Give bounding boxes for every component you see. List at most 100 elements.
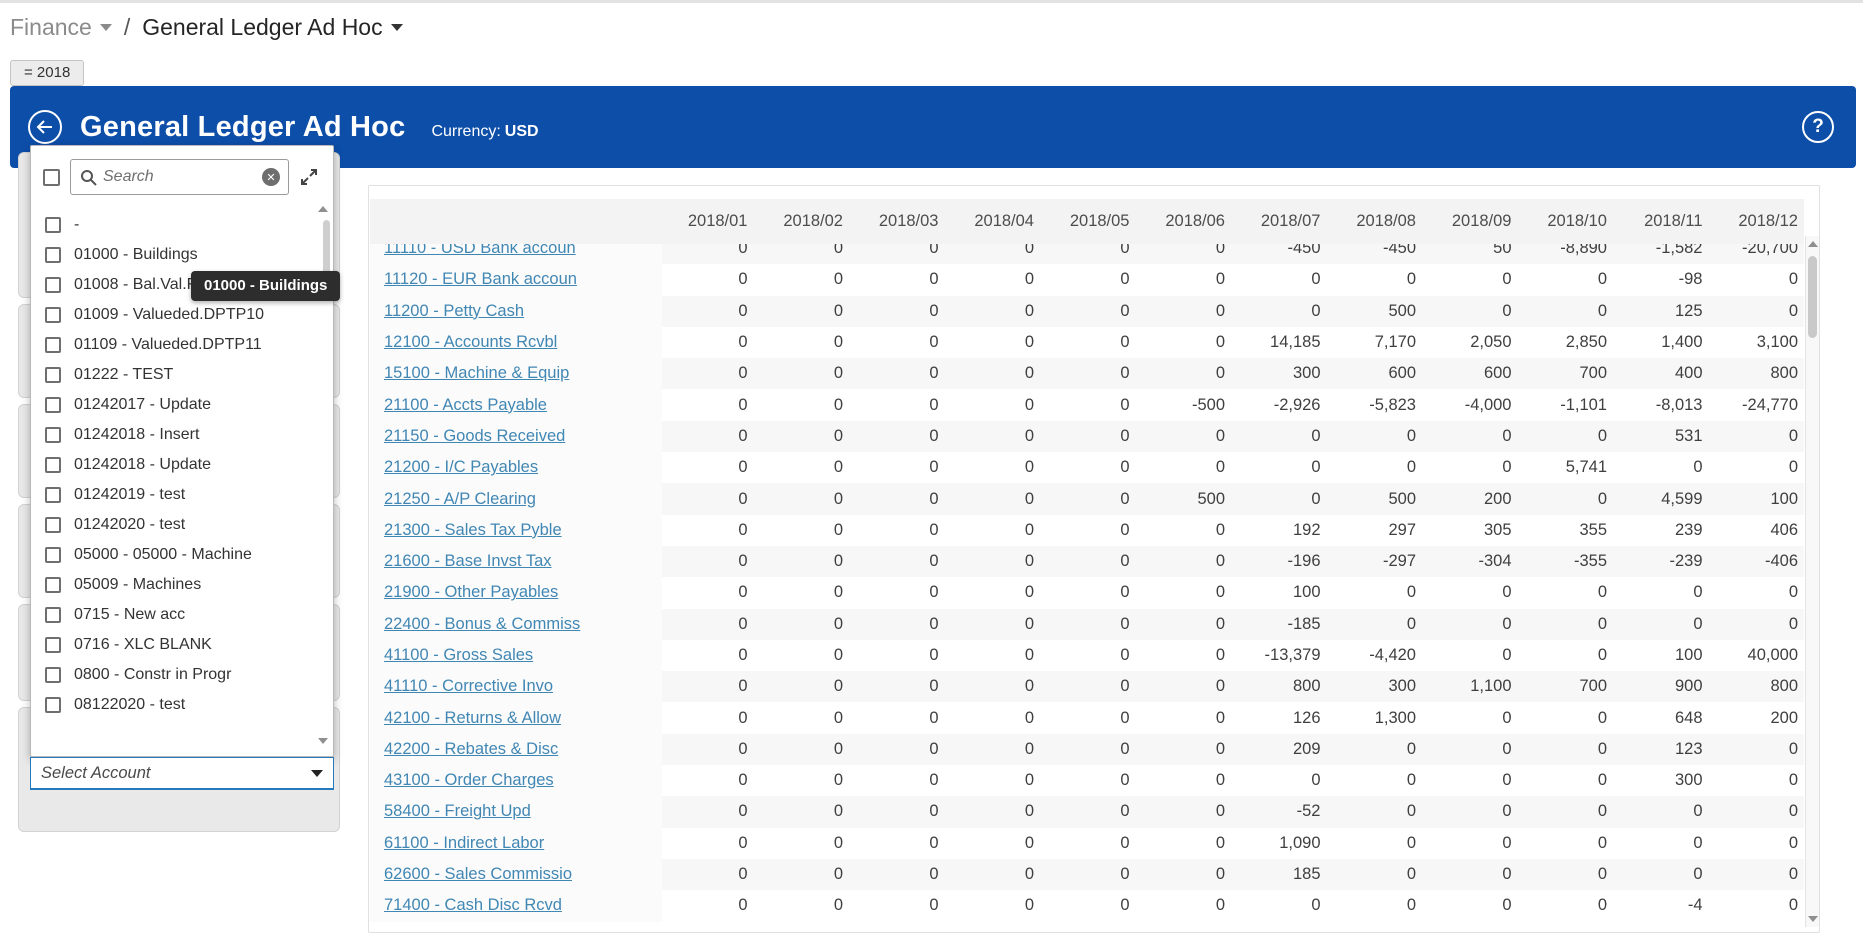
cell-value[interactable]: 0 — [1044, 802, 1140, 821]
cell-value[interactable]: 5,741 — [1522, 458, 1618, 477]
cell-value[interactable]: -98 — [1617, 270, 1713, 289]
cell-value[interactable]: 0 — [949, 709, 1045, 728]
cell-value[interactable]: 0 — [1426, 865, 1522, 884]
cell-value[interactable]: 0 — [1426, 458, 1522, 477]
cell-value[interactable]: 126 — [1235, 709, 1331, 728]
cell-value[interactable]: 0 — [1426, 771, 1522, 790]
account-link[interactable]: 21900 - Other Payables — [384, 583, 558, 602]
cell-value[interactable]: 0 — [1522, 583, 1618, 602]
cell-value[interactable]: 0 — [1522, 709, 1618, 728]
cell-value[interactable]: 0 — [1331, 458, 1427, 477]
cell-value[interactable]: 0 — [853, 709, 949, 728]
cell-value[interactable]: 0 — [1426, 302, 1522, 321]
cell-value[interactable]: -185 — [1235, 615, 1331, 634]
column-header[interactable]: 2018/02 — [758, 212, 854, 231]
cell-value[interactable]: 0 — [949, 270, 1045, 289]
cell-value[interactable]: 0 — [1713, 802, 1805, 821]
account-link[interactable]: 21200 - I/C Payables — [384, 458, 538, 477]
cell-value[interactable]: 0 — [1044, 490, 1140, 509]
scroll-down-icon[interactable] — [1808, 916, 1818, 922]
expand-icon[interactable] — [299, 167, 319, 187]
cell-value[interactable]: 0 — [1235, 896, 1331, 915]
member-checkbox[interactable] — [45, 637, 61, 653]
member-checkbox[interactable] — [45, 607, 61, 623]
cell-value[interactable]: 4,599 — [1617, 490, 1713, 509]
cell-value[interactable]: 0 — [1713, 896, 1805, 915]
cell-value[interactable]: 0 — [949, 396, 1045, 415]
cell-value[interactable]: -8,890 — [1522, 244, 1618, 258]
account-link[interactable]: 43100 - Order Charges — [384, 771, 554, 790]
cell-value[interactable]: 0 — [662, 552, 758, 571]
breadcrumb-parent[interactable]: Finance — [10, 14, 92, 41]
cell-value[interactable]: 0 — [1044, 646, 1140, 665]
cell-value[interactable]: -304 — [1426, 552, 1522, 571]
cell-value[interactable]: -450 — [1331, 244, 1427, 258]
cell-value[interactable]: 14,185 — [1235, 333, 1331, 352]
cell-value[interactable]: 531 — [1617, 427, 1713, 446]
cell-value[interactable]: 0 — [662, 270, 758, 289]
account-link[interactable]: 71400 - Cash Disc Rcvd — [384, 896, 562, 915]
column-header[interactable]: 2018/11 — [1617, 212, 1713, 231]
cell-value[interactable]: 0 — [1522, 427, 1618, 446]
cell-value[interactable]: -52 — [1235, 802, 1331, 821]
cell-value[interactable]: 0 — [1044, 427, 1140, 446]
cell-value[interactable]: 0 — [949, 896, 1045, 915]
column-header[interactable]: 2018/01 — [662, 212, 758, 231]
cell-value[interactable]: 0 — [662, 615, 758, 634]
cell-value[interactable]: 900 — [1617, 677, 1713, 696]
cell-value[interactable]: 0 — [662, 427, 758, 446]
breadcrumb-current[interactable]: General Ledger Ad Hoc — [142, 14, 382, 41]
cell-value[interactable]: 0 — [853, 364, 949, 383]
list-item[interactable]: 08122020 - test — [31, 690, 333, 720]
cell-value[interactable]: 0 — [1522, 865, 1618, 884]
cell-value[interactable]: 0 — [758, 270, 854, 289]
cell-value[interactable]: -13,379 — [1235, 646, 1331, 665]
list-item[interactable]: 0715 - New acc — [31, 600, 333, 630]
member-checkbox[interactable] — [45, 307, 61, 323]
account-link[interactable]: 42100 - Returns & Allow — [384, 709, 561, 728]
cell-value[interactable]: 0 — [1522, 302, 1618, 321]
cell-value[interactable]: 0 — [853, 427, 949, 446]
cell-value[interactable]: 0 — [949, 302, 1045, 321]
cell-value[interactable]: 400 — [1617, 364, 1713, 383]
cell-value[interactable]: 0 — [1331, 583, 1427, 602]
list-item[interactable]: 01242017 - Update — [31, 390, 333, 420]
cell-value[interactable]: 200 — [1713, 709, 1805, 728]
cell-value[interactable]: 0 — [1044, 615, 1140, 634]
cell-value[interactable]: 0 — [1713, 771, 1805, 790]
cell-value[interactable]: 648 — [1617, 709, 1713, 728]
member-checkbox[interactable] — [45, 397, 61, 413]
cell-value[interactable]: 0 — [758, 896, 854, 915]
cell-value[interactable]: 0 — [853, 458, 949, 477]
cell-value[interactable]: 700 — [1522, 677, 1618, 696]
cell-value[interactable]: 125 — [1617, 302, 1713, 321]
cell-value[interactable]: 0 — [662, 834, 758, 853]
cell-value[interactable]: 300 — [1235, 364, 1331, 383]
cell-value[interactable]: 0 — [1140, 364, 1236, 383]
cell-value[interactable]: 0 — [853, 583, 949, 602]
member-checkbox[interactable] — [45, 577, 61, 593]
cell-value[interactable]: 0 — [662, 364, 758, 383]
cell-value[interactable]: 0 — [949, 521, 1045, 540]
cell-value[interactable]: 500 — [1331, 490, 1427, 509]
cell-value[interactable]: 0 — [1522, 646, 1618, 665]
cell-value[interactable]: 0 — [758, 709, 854, 728]
cell-value[interactable]: 297 — [1331, 521, 1427, 540]
cell-value[interactable]: 0 — [1713, 865, 1805, 884]
cell-value[interactable]: 0 — [758, 646, 854, 665]
cell-value[interactable]: 0 — [662, 583, 758, 602]
list-item[interactable]: 05000 - 05000 - Machine — [31, 540, 333, 570]
column-header[interactable]: 2018/05 — [1044, 212, 1140, 231]
table-scrollbar-thumb[interactable] — [1808, 256, 1817, 338]
cell-value[interactable]: 300 — [1617, 771, 1713, 790]
cell-value[interactable]: 0 — [1331, 865, 1427, 884]
cell-value[interactable]: 0 — [758, 771, 854, 790]
cell-value[interactable]: 0 — [1140, 834, 1236, 853]
cell-value[interactable]: 0 — [1044, 270, 1140, 289]
cell-value[interactable]: 0 — [1140, 896, 1236, 915]
member-checkbox[interactable] — [45, 517, 61, 533]
cell-value[interactable]: 0 — [1140, 244, 1236, 258]
cell-value[interactable]: 0 — [853, 865, 949, 884]
cell-value[interactable]: 0 — [1713, 740, 1805, 759]
cell-value[interactable]: 0 — [853, 521, 949, 540]
